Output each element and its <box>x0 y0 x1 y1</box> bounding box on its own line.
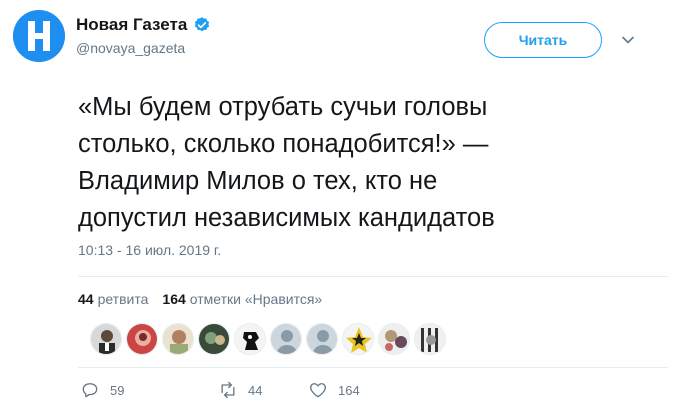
reply-icon <box>82 383 98 398</box>
liker-avatar[interactable] <box>270 323 302 355</box>
divider <box>78 276 668 277</box>
reply-button[interactable]: 59 <box>80 380 170 400</box>
liker-avatar[interactable] <box>306 323 338 355</box>
like-count: 164 <box>162 291 186 307</box>
tweet-timestamp[interactable]: 10:13 - 16 июл. 2019 г. <box>78 242 221 258</box>
engagement-stats: 44 ретвита 164 отметки «Нравится» <box>78 291 330 307</box>
chevron-down-icon[interactable] <box>620 32 636 48</box>
like-label: отметки «Нравится» <box>189 291 323 307</box>
liker-avatars <box>90 323 446 355</box>
retweet-count: 44 <box>78 291 94 307</box>
novaya-gazeta-logo-icon <box>13 10 65 62</box>
tweet-actions: 59 44 164 <box>80 380 398 400</box>
like-action-count: 164 <box>338 382 360 398</box>
tweet-line: «Мы будем отрубать сучьи головы <box>78 93 488 121</box>
retweet-button[interactable]: 44 <box>218 380 308 400</box>
liker-avatar[interactable] <box>378 323 410 355</box>
tweet-line: допустил независимых кандидатов <box>78 204 495 232</box>
divider <box>78 367 668 368</box>
like-stat[interactable]: 164 отметки «Нравится» <box>162 291 322 307</box>
author-avatar[interactable] <box>13 10 65 62</box>
liker-avatar[interactable] <box>198 323 230 355</box>
author-name-row: Новая Газета <box>76 15 211 35</box>
heart-icon <box>310 383 326 398</box>
retweet-stat[interactable]: 44 ретвита <box>78 291 148 307</box>
verified-badge-icon <box>193 16 211 34</box>
liker-avatar[interactable] <box>90 323 122 355</box>
liker-avatar[interactable] <box>342 323 374 355</box>
retweet-icon <box>221 381 235 399</box>
liker-avatar[interactable] <box>234 323 266 355</box>
liker-avatar[interactable] <box>162 323 194 355</box>
follow-button[interactable]: Читать <box>484 22 602 58</box>
tweet-text: «Мы будем отрубать сучьи головы столько,… <box>78 89 658 237</box>
liker-avatar[interactable] <box>126 323 158 355</box>
retweet-label: ретвита <box>97 291 149 307</box>
retweet-action-count: 44 <box>248 382 263 398</box>
liker-avatar[interactable] <box>414 323 446 355</box>
tweet-line: столько, сколько понадобится!» — <box>78 130 489 158</box>
author-display-name[interactable]: Новая Газета <box>76 15 187 35</box>
author-handle[interactable]: @novaya_gazeta <box>76 40 185 56</box>
like-button[interactable]: 164 <box>308 380 398 400</box>
reply-count: 59 <box>110 382 125 398</box>
tweet-line: Владимир Милов о тех, кто не <box>78 167 438 195</box>
